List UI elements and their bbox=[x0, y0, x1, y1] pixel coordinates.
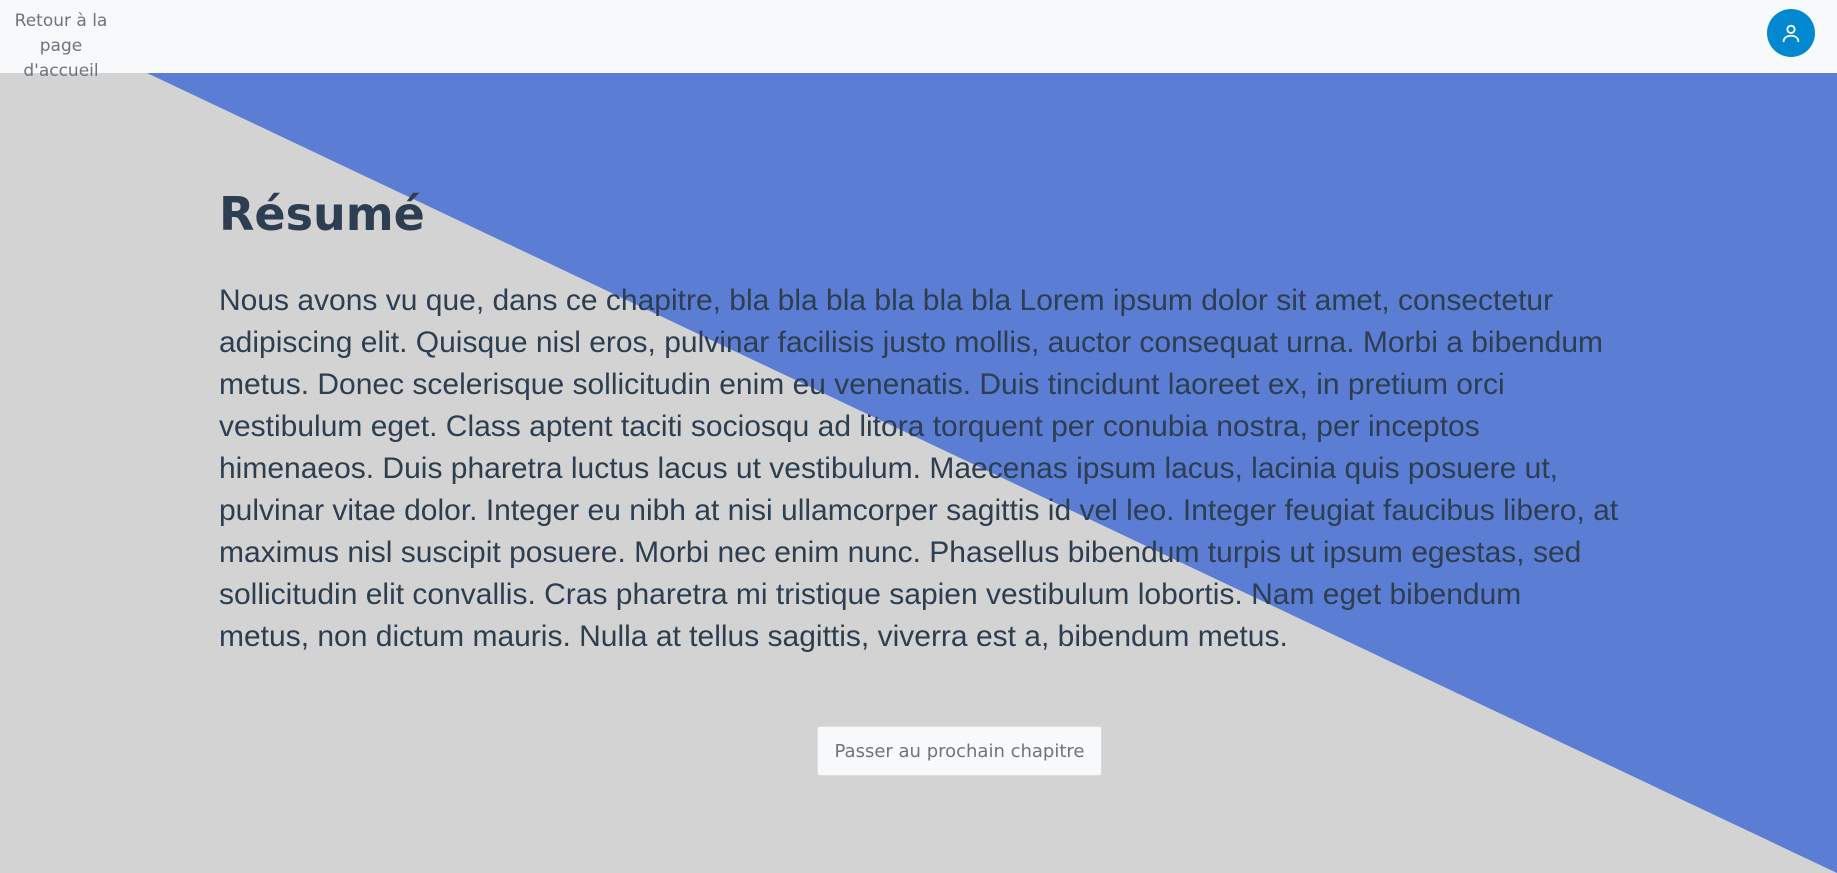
summary-paragraph: Nous avons vu que, dans ce chapitre, bla… bbox=[219, 284, 1619, 653]
app-window: Retour à la page d'accueil Résumé Nous a… bbox=[0, 0, 1837, 873]
summary-section: Résumé Nous avons vu que, dans ce chapit… bbox=[219, 180, 1619, 658]
top-navbar: Retour à la page d'accueil bbox=[0, 0, 1837, 81]
next-chapter-button[interactable]: Passer au prochain chapitre bbox=[817, 726, 1102, 776]
page-title: Résumé bbox=[219, 187, 425, 241]
profile-button[interactable] bbox=[1767, 9, 1815, 57]
user-icon bbox=[1780, 22, 1802, 44]
back-to-home-link[interactable]: Retour à la page d'accueil bbox=[0, 9, 122, 84]
